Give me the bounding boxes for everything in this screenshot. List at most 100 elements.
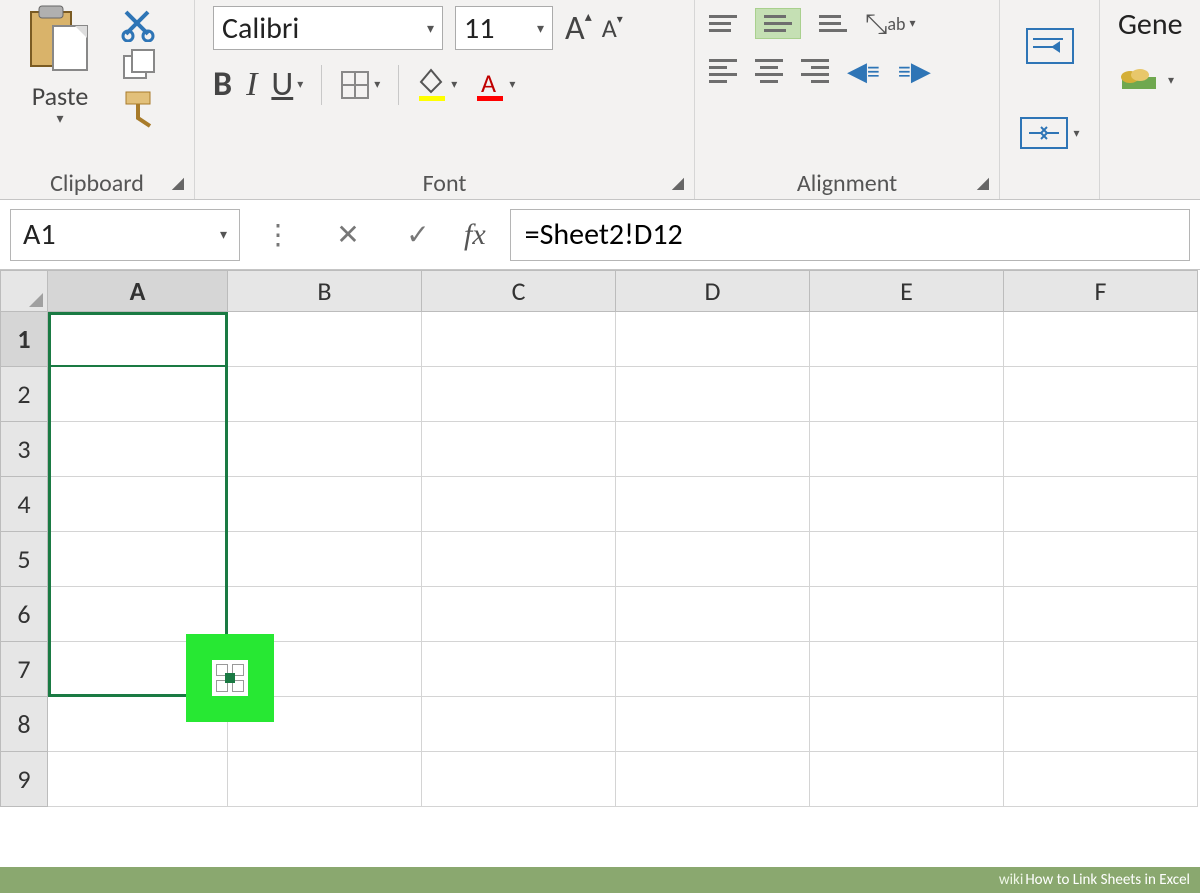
column-header[interactable]: B (228, 270, 422, 312)
row-header[interactable]: 4 (0, 477, 48, 532)
formula-input[interactable]: =Sheet2!D12 (510, 209, 1190, 261)
cell[interactable] (228, 532, 422, 587)
font-color-button[interactable]: A ▾ (475, 68, 515, 102)
increase-indent-icon[interactable]: ≡▶ (898, 55, 931, 87)
font-name-combo[interactable]: Calibri ▾ (213, 6, 443, 50)
cell[interactable] (810, 642, 1004, 697)
decrease-indent-icon[interactable]: ◀≡ (847, 55, 880, 87)
row-header[interactable]: 7 (0, 642, 48, 697)
format-painter-icon[interactable] (120, 88, 162, 128)
fill-color-button[interactable]: ▾ (417, 68, 457, 102)
column-header[interactable]: F (1004, 270, 1198, 312)
cell[interactable] (422, 697, 616, 752)
cell[interactable] (48, 477, 228, 532)
increase-font-icon[interactable]: A▴ (565, 8, 592, 49)
cell[interactable] (1004, 752, 1198, 807)
cell[interactable] (228, 477, 422, 532)
cell[interactable] (48, 752, 228, 807)
dialog-launcher-icon[interactable]: ◢ (977, 173, 989, 193)
chevron-down-icon[interactable]: ▾ (56, 110, 63, 127)
underline-button[interactable]: U▾ (271, 64, 303, 105)
cell[interactable] (810, 532, 1004, 587)
cell[interactable] (422, 642, 616, 697)
cell[interactable] (422, 367, 616, 422)
decrease-font-icon[interactable]: A▾ (602, 12, 623, 44)
wrap-text-icon[interactable] (1025, 27, 1075, 65)
cell[interactable] (422, 422, 616, 477)
borders-button[interactable]: ▾ (340, 70, 380, 100)
cell[interactable] (228, 422, 422, 477)
cut-icon[interactable] (120, 8, 162, 42)
cancel-icon[interactable]: ✕ (324, 217, 372, 252)
align-top-icon[interactable] (709, 15, 737, 32)
align-left-icon[interactable] (709, 59, 737, 83)
cell[interactable] (616, 367, 810, 422)
column-header[interactable]: A (48, 270, 228, 312)
cell[interactable] (616, 697, 810, 752)
paste-button[interactable]: Paste ▾ (10, 4, 110, 167)
cell[interactable] (1004, 697, 1198, 752)
cell[interactable] (422, 752, 616, 807)
cell[interactable] (616, 532, 810, 587)
cell[interactable] (810, 422, 1004, 477)
italic-button[interactable]: I (246, 66, 257, 104)
accounting-format-button[interactable]: ▾ (1118, 63, 1190, 97)
row-header[interactable]: 6 (0, 587, 48, 642)
row-header[interactable]: 9 (0, 752, 48, 807)
fx-label[interactable]: fx (464, 218, 486, 252)
chevron-down-icon[interactable]: ▾ (1073, 126, 1079, 141)
cell[interactable] (810, 697, 1004, 752)
cell[interactable] (616, 587, 810, 642)
dialog-launcher-icon[interactable]: ◢ (672, 173, 684, 193)
chevron-down-icon[interactable]: ▾ (537, 20, 544, 37)
align-middle-icon[interactable] (755, 8, 801, 39)
cell[interactable] (1004, 312, 1198, 367)
cell[interactable] (422, 312, 616, 367)
dialog-launcher-icon[interactable]: ◢ (172, 173, 184, 193)
align-right-icon[interactable] (801, 59, 829, 83)
cell[interactable] (616, 422, 810, 477)
chevron-down-icon[interactable]: ▾ (509, 77, 515, 92)
enter-icon[interactable]: ✓ (394, 217, 442, 252)
chevron-down-icon[interactable]: ▾ (297, 77, 303, 92)
cell[interactable] (48, 422, 228, 477)
cell[interactable] (422, 532, 616, 587)
cell[interactable] (616, 752, 810, 807)
align-center-icon[interactable] (755, 59, 783, 83)
cell[interactable] (810, 367, 1004, 422)
fill-handle-cursor[interactable] (186, 634, 274, 722)
bold-button[interactable]: B (213, 64, 232, 105)
row-header[interactable]: 3 (0, 422, 48, 477)
column-header[interactable]: C (422, 270, 616, 312)
chevron-down-icon[interactable]: ▾ (427, 20, 434, 37)
row-header[interactable]: 2 (0, 367, 48, 422)
cell[interactable] (616, 642, 810, 697)
chevron-down-icon[interactable]: ▾ (220, 226, 227, 243)
cell[interactable] (422, 477, 616, 532)
cell[interactable] (810, 477, 1004, 532)
cell[interactable] (1004, 367, 1198, 422)
column-header[interactable]: E (810, 270, 1004, 312)
cell[interactable] (422, 587, 616, 642)
cell[interactable] (228, 752, 422, 807)
cell[interactable] (48, 312, 228, 367)
cell[interactable] (616, 312, 810, 367)
orientation-button[interactable]: ⤡ab▾ (865, 6, 916, 41)
spreadsheet-grid[interactable]: A B C D E F 1 2 3 4 5 6 7 8 9 (0, 270, 1200, 807)
chevron-down-icon[interactable]: ▾ (1168, 73, 1174, 88)
chevron-down-icon[interactable]: ▾ (374, 77, 380, 92)
row-header[interactable]: 5 (0, 532, 48, 587)
cell[interactable] (1004, 477, 1198, 532)
align-bottom-icon[interactable] (819, 15, 847, 32)
cell[interactable] (810, 312, 1004, 367)
chevron-down-icon[interactable]: ▾ (451, 77, 457, 92)
copy-icon[interactable] (120, 48, 162, 82)
cell[interactable] (228, 367, 422, 422)
row-header[interactable]: 8 (0, 697, 48, 752)
merge-center-button[interactable]: ▾ (1019, 116, 1079, 150)
cell[interactable] (810, 587, 1004, 642)
select-all-corner[interactable] (0, 270, 48, 312)
cell[interactable] (1004, 422, 1198, 477)
number-format-value[interactable]: Gene (1118, 6, 1190, 43)
cell[interactable] (810, 752, 1004, 807)
